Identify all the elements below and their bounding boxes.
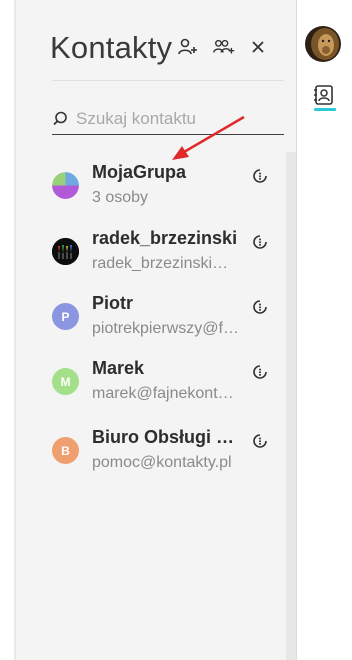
- search-input[interactable]: [76, 109, 276, 129]
- contact-item-marek[interactable]: M Marek marek@fajnekontakty.pl: [52, 358, 282, 414]
- right-rail: [297, 0, 352, 660]
- contact-item-mojagrupa[interactable]: MojaGrupa 3 osoby: [52, 162, 282, 218]
- initial-avatar: P: [52, 303, 79, 330]
- initial-avatar: B: [52, 437, 79, 464]
- close-icon: [252, 41, 264, 53]
- add-group-icon: [213, 39, 235, 54]
- contact-options-icon[interactable]: [252, 299, 268, 315]
- contact-subtitle: piotrekpierwszy@fajnekontakty.pl: [92, 320, 242, 337]
- contacts-book-icon[interactable]: [313, 84, 335, 106]
- contact-subtitle: 3 osoby: [92, 189, 149, 206]
- contact-subtitle: radek_brzezinski@fajnekontakty.pl: [92, 255, 242, 272]
- close-button[interactable]: [246, 36, 270, 58]
- contacts-panel: Kontakty Szukaj kontaktu MojaGrupa 3 oso…: [16, 0, 296, 660]
- user-avatar[interactable]: [305, 26, 341, 62]
- group-avatar: [52, 172, 79, 199]
- add-contact-icon: [178, 38, 197, 55]
- contact-subtitle: pomoc@kontakty.pl: [92, 454, 232, 471]
- app-window: Kontakty Szukaj kontaktu MojaGrupa 3 oso…: [0, 0, 352, 660]
- search-icon: [53, 111, 67, 126]
- contact-options-icon[interactable]: [252, 234, 268, 250]
- contact-name: radek_brzezinski: [92, 228, 238, 248]
- contact-name: Marek: [92, 358, 145, 378]
- contact-name: MojaGrupa: [92, 162, 187, 182]
- active-tab-indicator: [314, 108, 336, 111]
- contact-name: Biuro Obsługi Klienta: [92, 427, 242, 447]
- panel-title: Kontakty: [50, 30, 173, 65]
- photo-avatar: [52, 238, 79, 265]
- add-contact-button[interactable]: [176, 36, 200, 58]
- contact-options-icon[interactable]: [252, 168, 268, 184]
- contact-item-piotr[interactable]: P Piotr piotrekpierwszy@fajnekontakty.pl: [52, 293, 282, 349]
- contact-item-biuro[interactable]: B Biuro Obsługi Klienta pomoc@kontakty.p…: [52, 427, 282, 483]
- search-box[interactable]: [52, 104, 284, 135]
- contact-options-icon[interactable]: [252, 433, 268, 449]
- contact-name: Piotr: [92, 293, 134, 313]
- contact-options-icon[interactable]: [252, 364, 268, 380]
- header-divider: [52, 80, 284, 81]
- add-group-button[interactable]: [212, 36, 236, 58]
- initial-avatar: M: [52, 368, 79, 395]
- scrollbar-track[interactable]: [286, 152, 296, 660]
- contact-subtitle: marek@fajnekontakty.pl: [92, 385, 242, 402]
- contact-item-radek[interactable]: radek_brzezinski radek_brzezinski@fajnek…: [52, 228, 282, 284]
